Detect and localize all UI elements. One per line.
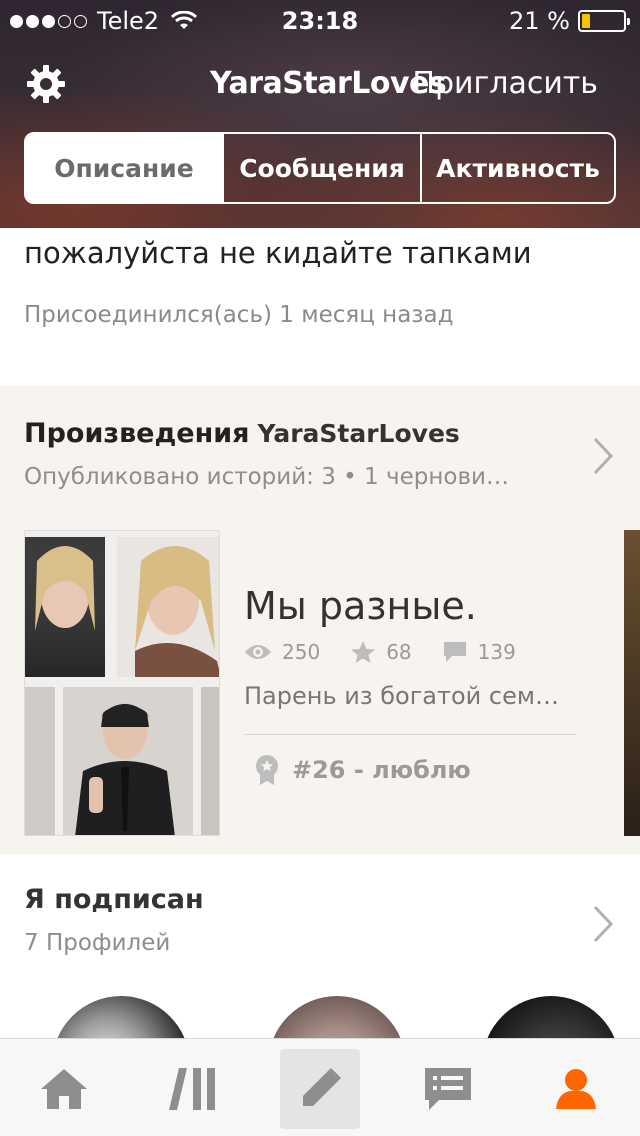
joined-date: Присоединился(ась) 1 месяц назад xyxy=(24,302,454,328)
works-title: Произведения xyxy=(24,418,250,449)
library-icon xyxy=(169,1068,215,1110)
tab-description[interactable]: Описание xyxy=(26,134,222,202)
chevron-right-icon[interactable] xyxy=(592,904,614,944)
star-icon xyxy=(351,641,376,663)
divider xyxy=(244,734,576,735)
status-bar: Tele2 23:18 21 % xyxy=(0,0,640,40)
works-heading: Произведения YaraStarLoves xyxy=(24,418,460,449)
battery-icon xyxy=(578,10,630,32)
story-rank: #26 - люблю xyxy=(254,754,471,786)
chevron-right-icon[interactable] xyxy=(592,436,614,476)
following-count: 7 Профилей xyxy=(24,930,171,956)
description-text: пожалуйста не кидайте тапками xyxy=(24,236,532,270)
profile-icon xyxy=(556,1069,596,1109)
tab-bar xyxy=(0,1038,640,1136)
rank-label: #26 - люблю xyxy=(292,756,471,784)
works-section[interactable]: Произведения YaraStarLoves Опубликовано и… xyxy=(0,386,640,854)
story-title[interactable]: Мы разные. xyxy=(244,584,477,628)
eye-icon xyxy=(245,645,271,659)
tab-activity[interactable]: Активность xyxy=(420,134,614,202)
following-title: Я подписан xyxy=(24,884,204,915)
pencil-icon xyxy=(303,1068,341,1106)
tab-write[interactable] xyxy=(280,1049,360,1129)
comment-icon xyxy=(443,642,466,662)
award-icon xyxy=(256,755,278,785)
comments-count: 139 xyxy=(477,640,516,664)
profile-username-title: YaraStarLoves xyxy=(210,66,447,101)
tab-messages-nav[interactable] xyxy=(408,1049,488,1129)
home-icon xyxy=(41,1069,87,1109)
profile-description: пожалуйста не кидайте тапками Присоедини… xyxy=(0,228,640,386)
tab-messages[interactable]: Сообщения xyxy=(222,134,420,202)
next-story-cover[interactable] xyxy=(624,530,640,836)
story-description: Парень из богатой сем… xyxy=(244,682,559,710)
tab-profile[interactable] xyxy=(536,1049,616,1129)
story-stats: 250 68 139 xyxy=(244,640,546,664)
works-subtitle: Опубликовано историй: 3 • 1 чернови… xyxy=(24,464,509,490)
tab-library[interactable] xyxy=(152,1049,232,1129)
messages-icon xyxy=(425,1068,471,1110)
invite-button[interactable]: Пригласить xyxy=(412,66,598,101)
votes-count: 68 xyxy=(386,640,412,664)
works-username: YaraStarLoves xyxy=(257,419,460,448)
gear-icon[interactable] xyxy=(26,64,66,104)
profile-tabs: Описание Сообщения Активность xyxy=(24,132,616,204)
following-section[interactable]: Я подписан 7 Профилей xyxy=(0,854,640,1134)
views-count: 250 xyxy=(282,640,321,664)
battery-percent: 21 % xyxy=(509,7,570,35)
tab-home[interactable] xyxy=(24,1049,104,1129)
profile-header: Tele2 23:18 21 % YaraStarLoves Пригласит… xyxy=(0,0,640,228)
story-cover[interactable] xyxy=(24,530,220,836)
